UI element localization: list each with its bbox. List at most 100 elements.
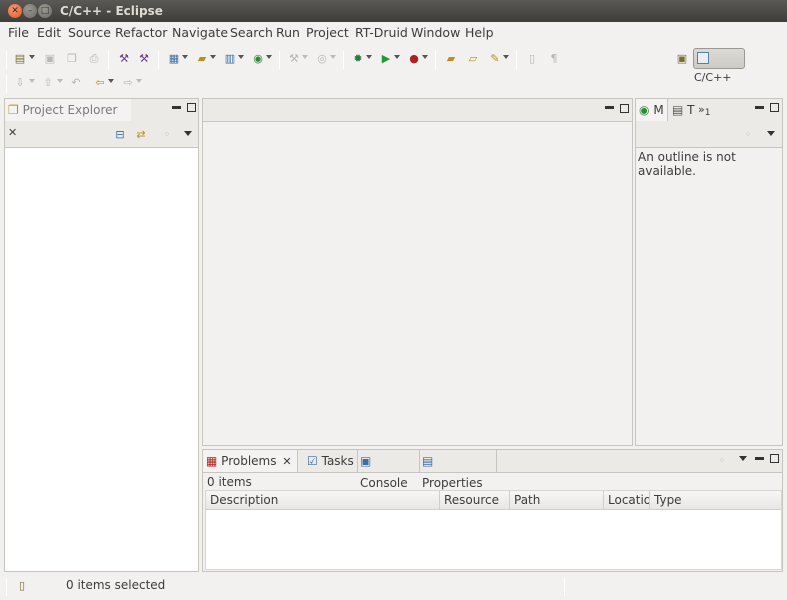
- hammer-icon[interactable]: ⚒: [286, 51, 302, 67]
- focus-icon[interactable]: ◦: [714, 453, 730, 469]
- column-location[interactable]: Locatio: [604, 491, 650, 510]
- open-type-icon[interactable]: ▰: [443, 51, 459, 67]
- window-maximize-icon[interactable]: □: [38, 4, 52, 18]
- menu-refactor[interactable]: Refactor: [115, 25, 167, 40]
- close-icon[interactable]: ✕: [8, 126, 17, 139]
- fast-view-icon[interactable]: ▯: [14, 578, 30, 594]
- problems-table-header: Description Resource Path Locatio Type: [206, 491, 781, 510]
- menu-window[interactable]: Window: [411, 25, 460, 40]
- problems-table[interactable]: Description Resource Path Locatio Type: [205, 490, 782, 570]
- show-whitespace-icon[interactable]: ¶: [546, 51, 562, 67]
- last-edit-icon[interactable]: ↶: [68, 75, 84, 91]
- close-icon[interactable]: ✕: [282, 455, 291, 468]
- save-icon[interactable]: ▣: [42, 51, 58, 67]
- next-annotation-icon[interactable]: ⇩: [12, 75, 28, 91]
- column-type[interactable]: Type: [650, 491, 781, 510]
- run-dropdown-icon[interactable]: [394, 55, 400, 59]
- forward-icon[interactable]: ⇨: [120, 75, 136, 91]
- open-perspective-icon[interactable]: ▣: [672, 49, 692, 69]
- previous-annotation-icon[interactable]: ⇧: [40, 75, 56, 91]
- tab-problems[interactable]: ▦ Problems ✕: [203, 450, 298, 472]
- collapse-all-icon[interactable]: ⊟: [112, 127, 128, 143]
- make-target-tab-label: T: [687, 103, 695, 117]
- maximize-icon[interactable]: [770, 103, 779, 112]
- menu-run[interactable]: Run: [276, 25, 300, 40]
- new-file-dropdown-icon[interactable]: [238, 55, 244, 59]
- external-tools-dropdown-icon[interactable]: [422, 55, 428, 59]
- new-folder-dropdown-icon[interactable]: [210, 55, 216, 59]
- external-tools-icon[interactable]: ●: [406, 51, 422, 67]
- new-icon[interactable]: ▤: [12, 51, 28, 67]
- debug-dropdown-icon[interactable]: [366, 55, 372, 59]
- open-element-icon[interactable]: ▱: [465, 51, 481, 67]
- menu-file[interactable]: File: [8, 25, 29, 40]
- more-views-chevron: »: [698, 103, 705, 116]
- next-annotation-dropdown-icon[interactable]: [29, 79, 35, 83]
- minimize-icon[interactable]: [172, 106, 181, 109]
- menu-project[interactable]: Project: [306, 25, 349, 40]
- column-description[interactable]: Description: [206, 491, 440, 510]
- view-menu-icon[interactable]: [739, 456, 747, 461]
- build-all-icon[interactable]: ⚒: [136, 51, 152, 67]
- focus-icon[interactable]: ◦: [159, 127, 175, 143]
- print-icon[interactable]: ⎙: [86, 51, 102, 67]
- console-tab-label: Console: [360, 476, 408, 490]
- maximize-icon[interactable]: [620, 104, 629, 113]
- hammer-dropdown-icon[interactable]: [302, 55, 308, 59]
- toggle-mark-icon[interactable]: ▯: [524, 51, 540, 67]
- run-icon[interactable]: ▶: [378, 51, 394, 67]
- menu-navigate[interactable]: Navigate: [172, 25, 228, 40]
- build-icon[interactable]: ⚒: [116, 51, 132, 67]
- back-icon[interactable]: ⇦: [92, 75, 108, 91]
- maximize-icon[interactable]: [187, 103, 196, 112]
- menu-rt-druid[interactable]: RT-Druid: [355, 25, 408, 40]
- previous-annotation-dropdown-icon[interactable]: [57, 79, 63, 83]
- menu-help[interactable]: Help: [465, 25, 494, 40]
- tab-console[interactable]: ▣ Console: [357, 450, 419, 490]
- view-menu-icon[interactable]: [184, 131, 192, 136]
- back-dropdown-icon[interactable]: [108, 79, 114, 83]
- search-dropdown-icon[interactable]: [503, 55, 509, 59]
- menu-edit[interactable]: Edit: [37, 25, 61, 40]
- more-views-button[interactable]: »1: [698, 99, 718, 121]
- new-folder-icon[interactable]: ▰: [194, 51, 210, 67]
- new-dropdown-icon[interactable]: [29, 55, 35, 59]
- search-icon[interactable]: ✎: [487, 51, 503, 67]
- tab-outline[interactable]: ◉ M: [636, 99, 668, 121]
- view-menu-icon[interactable]: [767, 131, 775, 136]
- debug-icon[interactable]: ✹: [350, 51, 366, 67]
- tab-tasks[interactable]: ☑ Tasks: [307, 450, 356, 472]
- editor-area[interactable]: [202, 98, 633, 446]
- cpp-perspective-icon: [697, 52, 709, 64]
- minimize-icon[interactable]: [755, 106, 764, 109]
- minimize-icon[interactable]: [755, 457, 764, 460]
- window-minimize-icon[interactable]: –: [23, 4, 37, 18]
- minimize-icon[interactable]: [605, 106, 614, 109]
- target-dropdown-icon[interactable]: [330, 55, 336, 59]
- focus-icon[interactable]: ◦: [740, 127, 756, 143]
- title-bar: ✕ – □ C/C++ - Eclipse: [0, 0, 787, 22]
- toolbar-separator: [516, 51, 517, 69]
- menu-source[interactable]: Source: [68, 25, 111, 40]
- column-resource[interactable]: Resource: [440, 491, 510, 510]
- save-all-icon[interactable]: ❐: [64, 51, 80, 67]
- tab-make-targets[interactable]: ▤ T: [670, 99, 696, 121]
- outline-header: ◉ M ▤ T »1 ◦: [636, 99, 782, 148]
- perspective-cpp-button[interactable]: C/C++: [693, 48, 745, 84]
- target-icon[interactable]: ◎: [314, 51, 330, 67]
- console-icon: ▣: [360, 454, 372, 468]
- status-bar: ▯ 0 items selected: [0, 574, 787, 600]
- forward-dropdown-icon[interactable]: [136, 79, 142, 83]
- tab-project-explorer[interactable]: ❐ Project Explorer ✕: [5, 99, 131, 139]
- new-file-icon[interactable]: ▥: [222, 51, 238, 67]
- link-with-editor-icon[interactable]: ⇄: [133, 127, 149, 143]
- new-project-dropdown-icon[interactable]: [182, 55, 188, 59]
- tab-properties[interactable]: ▤ Properties: [419, 450, 497, 490]
- new-class-icon[interactable]: ◉: [250, 51, 266, 67]
- window-close-icon[interactable]: ✕: [8, 4, 22, 18]
- column-path[interactable]: Path: [510, 491, 604, 510]
- menu-search[interactable]: Search: [230, 25, 273, 40]
- new-project-icon[interactable]: ▦: [166, 51, 182, 67]
- maximize-icon[interactable]: [770, 454, 779, 463]
- new-class-dropdown-icon[interactable]: [266, 55, 272, 59]
